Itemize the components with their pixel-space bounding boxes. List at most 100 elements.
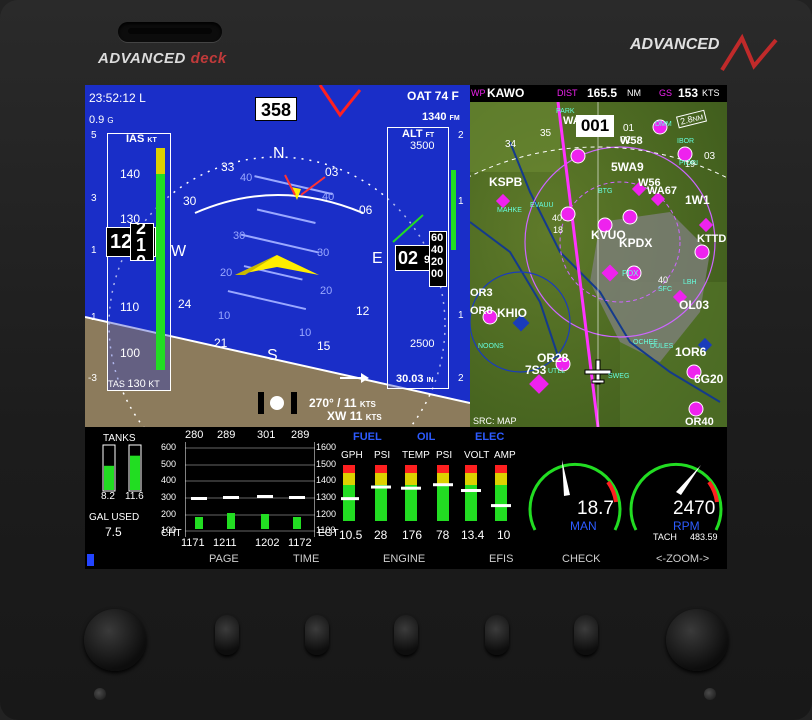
pitch-label: 40 [240,172,253,184]
compass-12: 12 [356,304,370,318]
sd-card-slot[interactable] [118,22,222,42]
map-header: WP KAWO DIST 165.5 NM GS 153 KTS [470,85,727,102]
brand-logo-right: ADVANCED [630,36,720,53]
compass-03: 03 [325,165,339,179]
alt-roll-digit: 40 [431,244,444,256]
compass-15: 15 [317,339,331,353]
alt-tick: 3500 [410,140,435,152]
fix-label: NOONS [478,343,504,350]
gauge-yellow-zone [465,473,477,485]
gauge-pointer [461,489,481,493]
gauge-green-zone [437,485,449,521]
airport-label[interactable]: KSPB [489,175,522,189]
alt-roll-digit: 60 [431,232,444,244]
fix-label: PDX [622,269,639,278]
softkey-engine[interactable]: ENGINE [383,553,425,565]
fix-label: DULES [650,343,674,350]
gauge-yellow-zone [495,473,507,485]
airport-label[interactable]: 7S3 [525,363,546,377]
oat-label: OAT [407,89,432,103]
tank-left-value: 8.2 [101,491,115,502]
vsi-bar [451,170,456,250]
airport-label[interactable]: OL03 [679,298,709,312]
softkey-time[interactable]: TIME [293,553,319,565]
moving-map[interactable] [470,102,727,427]
cht-bottom-value: 1171 [181,537,205,549]
egt-top-value: 289 [291,429,310,441]
softkey-page[interactable]: PAGE [209,553,239,565]
airport-label[interactable]: WA [563,115,581,127]
airport-label[interactable]: OR3 [470,287,493,299]
crosswind-readout: XW 11 KTS [327,409,382,423]
fix-label: IBOR [677,138,695,145]
wp-label: WP [471,88,486,98]
airport-label[interactable]: 1W1 [685,193,710,207]
oat-value: 74 [434,89,449,103]
alt-label: ALT FT [402,128,434,140]
softkey-button-2[interactable] [305,615,329,655]
map-number: 34 [505,139,517,150]
left-knob[interactable] [84,609,146,671]
map-number: 02 [620,135,632,146]
compass-west: W [171,243,187,260]
gauge-label: PSI [374,450,391,461]
vsi-mark: 2 [458,130,464,141]
softkey-button-3[interactable] [394,615,418,655]
airport-label[interactable]: 5WA9 [611,160,644,174]
airport-label[interactable]: KPDX [619,236,652,250]
left-scale-mark: 1 [91,312,97,323]
ias-label: IAS KT [126,133,157,145]
clock-time: 23:52:12 [89,91,136,105]
vsi-mark: 1 [458,310,464,321]
right-knob[interactable] [666,609,728,671]
airport-label[interactable]: KTTD [697,233,726,245]
airport-label[interactable]: 6G20 [694,372,723,386]
clock: 23:52:12 L [89,91,146,105]
wind-unit: KTS [359,400,376,409]
softkey-button-5[interactable] [574,615,598,655]
map-number: 35 [540,128,552,139]
pitch-label: 30 [233,230,246,242]
softkey-check[interactable]: CHECK [562,553,601,565]
gal-used-label: GAL USED [89,512,140,523]
egt-top-value: 280 [185,429,204,441]
gs-unit: KTS [702,88,720,98]
pitch-label: 20 [320,285,333,297]
map-number: 03 [704,151,716,162]
cht-scale: 300 [161,492,177,502]
map-number: 19 [685,159,696,169]
airport-label[interactable]: 1OR6 [675,345,706,359]
softkey-button-4[interactable] [485,615,509,655]
egt-scale: 1200 [316,509,337,519]
airport-label[interactable]: KHIO [497,306,527,320]
ias-unit: KT [147,137,157,144]
cht-bottom-value: 1211 [213,537,237,549]
ias-tick: 140 [120,167,141,181]
wp-value: KAWO [487,86,525,100]
egt-scale: 1500 [316,459,337,469]
gauge-yellow-zone [437,473,449,485]
oat-readout: OAT 74 F [407,89,459,103]
alt-roll-digit: 20 [431,256,444,268]
compass-33: 33 [221,160,235,174]
fuel-group-label: FUEL [353,431,382,443]
egt-scale: 1600 [316,442,337,452]
left-scale-mark: -3 [88,373,97,384]
dist-label: DIST [557,88,578,98]
airport-label[interactable]: WA67 [647,185,677,197]
oat-unit: F [451,89,459,103]
softkey-efis[interactable]: EFIS [489,553,513,565]
gauge-label: GPH [341,450,363,461]
gauge-pointer [371,485,391,489]
tank-right-fill [130,455,140,490]
gauge-red-zone [343,465,355,473]
map-heading-box: 001 [576,115,614,137]
softkey-zoom[interactable]: <-ZOOM-> [656,553,709,565]
oil-group-label: OIL [417,431,436,443]
airport-label[interactable]: OR8 [470,305,493,317]
ias-yellow-arc [156,148,165,174]
tas-value: 130 [127,378,146,390]
fix-label: SWEG [608,373,630,380]
softkey-button-1[interactable] [215,615,239,655]
fix-label: UTLL [548,368,566,375]
